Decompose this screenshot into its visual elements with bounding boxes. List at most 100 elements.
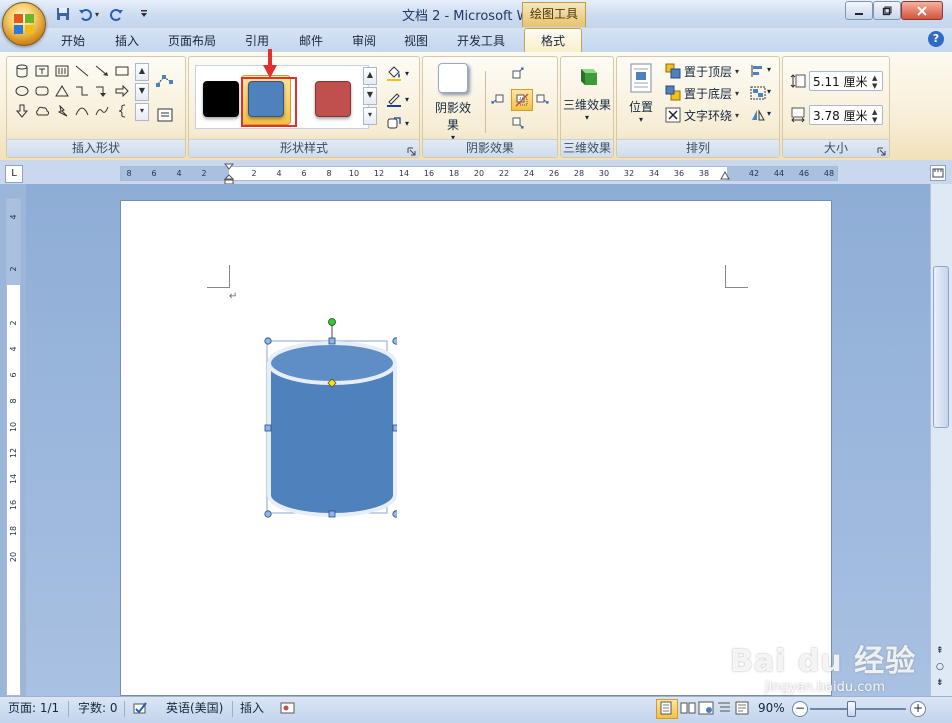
elbow-connector-icon[interactable] [73, 83, 91, 99]
nudge-shadow-right-icon[interactable] [533, 91, 551, 107]
resize-handle-se[interactable] [392, 510, 397, 518]
tab-review[interactable]: 审阅 [340, 30, 388, 52]
shadow-on-off-icon[interactable] [511, 89, 533, 111]
shape-fill-icon[interactable] [385, 65, 403, 81]
send-to-back-button[interactable]: 置于底层 ▾ [665, 83, 739, 103]
down-arrow-shape-icon[interactable] [13, 103, 31, 119]
tab-page-layout[interactable]: 页面布局 [160, 30, 224, 52]
shape-outline-dropdown[interactable]: ▾ [405, 95, 409, 104]
previous-page-icon[interactable]: ⇞ [936, 646, 944, 656]
status-language[interactable]: 英语(美国) [166, 697, 223, 719]
tab-view[interactable]: 视图 [392, 30, 440, 52]
browse-object-icon[interactable]: ○ [936, 662, 944, 672]
outline-view-icon[interactable] [716, 700, 732, 719]
resize-handle-e[interactable] [392, 424, 397, 432]
group-objects-icon[interactable] [749, 85, 767, 101]
office-button[interactable] [2, 2, 46, 46]
oval-shape-icon[interactable] [13, 83, 31, 99]
vertical-ruler[interactable]: 4 2 2 4 6 8 10 12 14 16 18 20 [6, 198, 21, 696]
shape-outline-icon[interactable] [385, 91, 403, 107]
align-dropdown[interactable]: ▾ [767, 65, 771, 74]
elbow-arrow-icon[interactable] [93, 83, 111, 99]
line-shape-icon[interactable] [73, 63, 91, 79]
bring-to-front-button[interactable]: 置于顶层 ▾ [665, 61, 739, 81]
zoom-slider-thumb[interactable] [847, 701, 856, 717]
height-spin-down[interactable]: ▼ [872, 82, 880, 90]
tab-developer[interactable]: 开发工具 [446, 30, 516, 52]
proofing-icon[interactable] [132, 700, 148, 719]
rotate-icon[interactable] [749, 107, 767, 123]
width-spin-up[interactable]: ▲ [872, 108, 880, 116]
shapes-more[interactable]: ▾ [135, 103, 149, 121]
style-swatch-black[interactable] [203, 81, 239, 117]
full-screen-reading-icon[interactable] [680, 700, 696, 719]
nudge-shadow-down-icon[interactable] [509, 115, 527, 131]
cylinder-shape-icon[interactable] [13, 63, 31, 79]
draw-text-box-icon[interactable] [155, 107, 175, 123]
web-layout-icon[interactable] [698, 700, 714, 719]
tab-stop-selector[interactable]: L [5, 165, 23, 183]
lightning-shape-icon[interactable] [53, 103, 71, 119]
shapes-scroll-up[interactable]: ▲ [135, 63, 149, 81]
vertical-scrollbar[interactable]: ⇞ ○ ⇟ [930, 184, 952, 696]
styles-scroll-up[interactable]: ▲ [363, 67, 377, 85]
right-arrow-shape-icon[interactable] [113, 83, 131, 99]
vertical-text-box-icon[interactable] [53, 63, 71, 79]
change-shape-dropdown[interactable]: ▾ [405, 119, 409, 128]
restore-button[interactable] [873, 1, 901, 20]
rounded-rectangle-icon[interactable] [33, 83, 51, 99]
macro-recording-icon[interactable] [280, 700, 296, 719]
resize-handle-s[interactable] [328, 510, 336, 518]
curve-shape-icon[interactable] [73, 103, 91, 119]
text-box-icon[interactable] [33, 63, 51, 79]
help-icon[interactable]: ? [928, 31, 944, 47]
shape-width-field[interactable]: 3.78 厘米 ▲ ▼ [809, 105, 883, 125]
status-word-count[interactable]: 字数: 0 [78, 697, 118, 719]
triangle-shape-icon[interactable] [53, 83, 71, 99]
zoom-out-icon[interactable]: − [792, 701, 808, 717]
nudge-shadow-up-icon[interactable] [509, 65, 527, 81]
resize-handle-ne[interactable] [392, 337, 397, 345]
size-launcher-icon[interactable] [877, 145, 886, 156]
minimize-button[interactable] [845, 1, 873, 20]
3d-effects-button[interactable]: 三维效果 ▾ [561, 63, 613, 135]
height-spin-up[interactable]: ▲ [872, 74, 880, 82]
shape-height-field[interactable]: 5.11 厘米 ▲ ▼ [809, 71, 883, 91]
arc-shape-icon[interactable] [93, 103, 111, 119]
print-layout-view-icon[interactable] [656, 699, 678, 719]
arrow-line-icon[interactable] [93, 63, 111, 79]
zoom-slider-track[interactable] [810, 708, 906, 710]
group-dropdown[interactable]: ▾ [767, 87, 771, 96]
rotation-handle[interactable] [328, 318, 336, 326]
shape-fill-dropdown[interactable]: ▾ [405, 69, 409, 78]
right-indent-marker-icon[interactable] [720, 170, 730, 184]
shape-styles-launcher-icon[interactable] [407, 145, 416, 156]
draft-view-icon[interactable] [734, 700, 750, 719]
tab-home[interactable]: 开始 [50, 30, 96, 52]
document-page[interactable]: ↵ [120, 200, 832, 696]
rectangle-shape-icon[interactable] [113, 63, 131, 79]
status-page[interactable]: 页面: 1/1 [8, 697, 59, 719]
zoom-level[interactable]: 90% [758, 697, 785, 719]
change-shape-icon[interactable] [385, 115, 403, 131]
zoom-in-icon[interactable]: + [910, 701, 926, 717]
scrollbar-thumb[interactable] [933, 266, 949, 428]
cloud-shape-icon[interactable] [33, 103, 51, 119]
close-button[interactable] [901, 1, 943, 20]
style-swatch-red[interactable] [315, 81, 351, 117]
styles-more[interactable]: ▾ [363, 107, 377, 125]
shadow-effects-button[interactable]: 阴影效果 ▾ [431, 63, 475, 142]
tab-insert[interactable]: 插入 [104, 30, 150, 52]
text-wrapping-button[interactable]: 文字环绕 ▾ [665, 105, 739, 125]
styles-scroll-down[interactable]: ▼ [363, 87, 377, 105]
edit-shape-icon[interactable] [155, 73, 175, 89]
resize-handle-w[interactable] [264, 424, 272, 432]
shapes-scroll-down[interactable]: ▼ [135, 83, 149, 101]
position-button[interactable]: 位置 ▾ [621, 63, 661, 135]
rotate-dropdown[interactable]: ▾ [767, 109, 771, 118]
tab-mailings[interactable]: 邮件 [286, 30, 336, 52]
view-ruler-icon[interactable] [930, 165, 946, 181]
tab-format[interactable]: 格式 [524, 28, 582, 53]
resize-handle-nw[interactable] [264, 337, 272, 345]
resize-handle-sw[interactable] [264, 510, 272, 518]
